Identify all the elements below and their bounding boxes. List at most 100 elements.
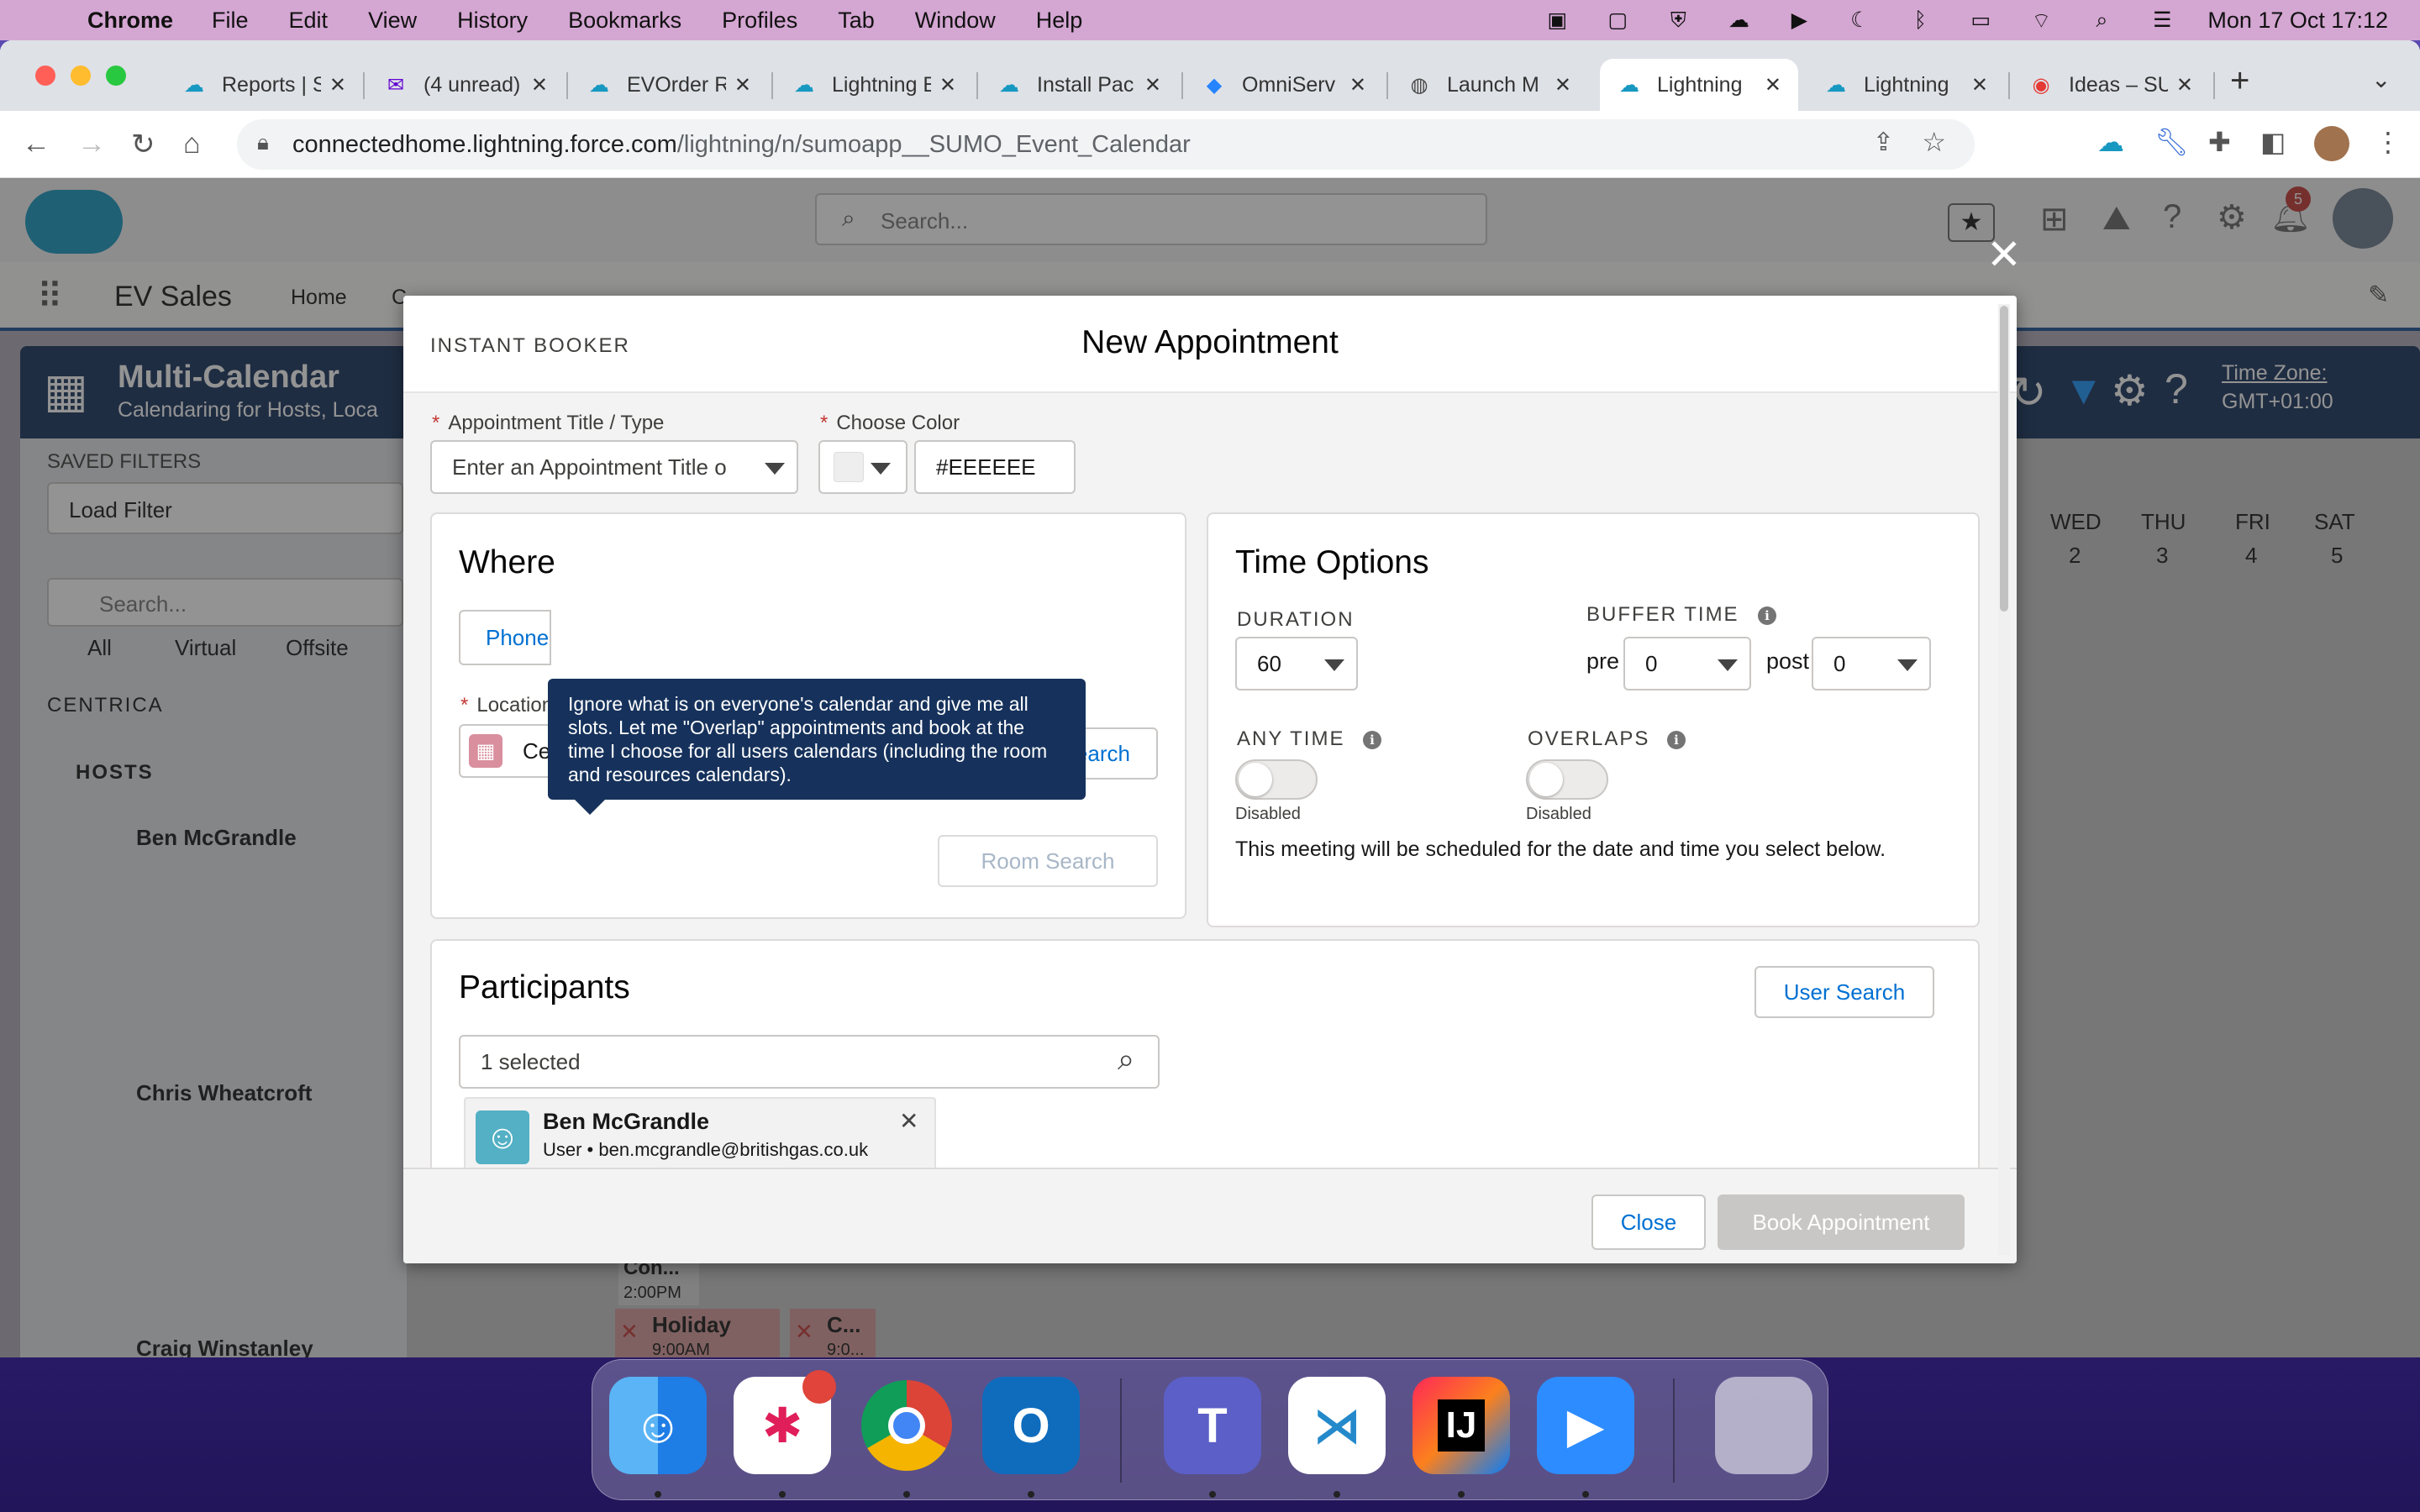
new-tab-button[interactable]: +	[2230, 62, 2249, 100]
extension-cloud-icon[interactable]: ☁	[2097, 126, 2124, 158]
buffer-info-icon[interactable]: i	[1758, 606, 1776, 625]
menu-window[interactable]: Window	[915, 8, 996, 34]
overlaps-toggle[interactable]	[1526, 759, 1608, 800]
remove-participant-x-icon[interactable]: ✕	[899, 1107, 918, 1135]
chevron-down-icon	[871, 463, 891, 475]
book-appointment-button[interactable]: Book Appointment	[1718, 1194, 1965, 1250]
vscode-icon[interactable]: ⋊	[1288, 1377, 1386, 1474]
zoom-icon[interactable]: ▶	[1537, 1377, 1634, 1474]
menu-history[interactable]: History	[457, 8, 528, 34]
tab-omniserv[interactable]: ◆ OmniServ ✕	[1185, 59, 1383, 111]
tab-mail[interactable]: ✉ (4 unread) ✕	[366, 59, 565, 111]
intellij-icon[interactable]: IJ	[1413, 1377, 1510, 1474]
menu-edit[interactable]: Edit	[289, 8, 329, 34]
tab-install-package[interactable]: ☁ Install Pac ✕	[980, 59, 1178, 111]
address-bar[interactable]: 🔒︎ connectedhome.lightning.force.com/lig…	[237, 119, 1975, 170]
close-modal-x-icon[interactable]: ✕	[1986, 230, 2022, 279]
tab-reports[interactable]: ☁ Reports | S ✕	[165, 59, 363, 111]
teams-icon[interactable]: T	[1164, 1377, 1261, 1474]
home-icon[interactable]: ⌂	[183, 128, 201, 160]
modal-scrollbar-thumb[interactable]	[2000, 306, 2008, 612]
profile-avatar[interactable]	[2314, 126, 2349, 161]
slack-badge	[802, 1370, 836, 1404]
chrome-menu-icon[interactable]: ⋮	[2375, 126, 2402, 158]
screen-record-icon[interactable]: ▢	[1602, 8, 1633, 32]
color-hex-input[interactable]: #EEEEEE	[914, 440, 1076, 494]
any-time-toggle[interactable]	[1235, 759, 1318, 800]
tab-close-icon[interactable]: ✕	[329, 73, 346, 97]
tab-title: Lightning	[1657, 72, 1743, 97]
any-time-info-icon[interactable]: i	[1363, 731, 1381, 749]
tab-evorder[interactable]: ☁ EVOrder R ✕	[570, 59, 768, 111]
ideas-icon: ◉	[2032, 73, 2050, 97]
tab-close-icon[interactable]: ✕	[1555, 73, 1571, 97]
menu-clock[interactable]: Mon 17 Oct 17:12	[2207, 8, 2388, 34]
menu-tab[interactable]: Tab	[838, 8, 875, 34]
play-status-icon[interactable]: ▶	[1784, 8, 1814, 32]
appointment-title-input[interactable]: Enter an Appointment Title o	[430, 440, 798, 494]
tab-lightning-active[interactable]: ☁ Lightning ✕	[1600, 59, 1798, 111]
overlaps-info-icon[interactable]: i	[1667, 731, 1686, 749]
camera-status-icon[interactable]: ▣	[1542, 8, 1572, 32]
duration-label: DURATION	[1237, 608, 1355, 631]
menu-app-name[interactable]: Chrome	[87, 8, 173, 34]
window-zoom-button[interactable]	[106, 66, 126, 86]
menu-help[interactable]: Help	[1036, 8, 1083, 34]
tab-close-icon[interactable]: ✕	[939, 73, 956, 97]
moon-icon[interactable]: ☾	[1844, 8, 1875, 32]
tab-title: Ideas – SU	[2069, 72, 2168, 97]
control-center-icon[interactable]: ☰	[2147, 8, 2177, 32]
tab-close-icon[interactable]: ✕	[734, 73, 751, 97]
shield-status-icon[interactable]: ⛨	[1663, 8, 1693, 32]
spotlight-search-icon[interactable]: ⌕	[2086, 8, 2117, 32]
window-close-button[interactable]	[35, 66, 55, 86]
mail-icon: ✉	[387, 73, 405, 97]
tab-search-chevron-icon[interactable]: ⌄	[2371, 66, 2391, 93]
participants-combobox[interactable]: 1 selected	[459, 1035, 1160, 1089]
side-panel-icon[interactable]: ◧	[2260, 126, 2286, 158]
bookmark-star-icon[interactable]: ☆	[1922, 126, 1946, 158]
menu-view[interactable]: View	[368, 8, 417, 34]
window-minimize-button[interactable]	[71, 66, 91, 86]
tab-close-icon[interactable]: ✕	[2176, 73, 2193, 97]
salesforce-cloud-icon: ☁	[184, 73, 204, 97]
chrome-icon[interactable]	[858, 1377, 955, 1474]
tab-ideas[interactable]: ◉ Ideas – SU ✕	[2012, 59, 2210, 111]
menu-bookmarks[interactable]: Bookmarks	[568, 8, 681, 34]
room-search-button[interactable]: Room Search	[938, 835, 1158, 887]
user-search-button[interactable]: User Search	[1754, 966, 1934, 1018]
forward-button[interactable]: →	[77, 128, 106, 160]
building-icon: ▦	[469, 734, 502, 768]
reload-button[interactable]: ↻	[131, 128, 155, 161]
running-indicator	[1582, 1491, 1589, 1498]
battery-icon[interactable]: ▭	[1965, 8, 1996, 32]
tab-launch[interactable]: ◍ Launch M ✕	[1390, 59, 1588, 111]
tab-close-icon[interactable]: ✕	[1765, 73, 1781, 97]
duration-value: 60	[1257, 650, 1281, 676]
back-button[interactable]: ←	[22, 128, 50, 160]
trash-icon[interactable]	[1715, 1377, 1812, 1474]
outlook-icon[interactable]: O	[982, 1377, 1080, 1474]
menu-profiles[interactable]: Profiles	[722, 8, 797, 34]
bluetooth-icon[interactable]: ᛒ	[1905, 8, 1935, 32]
tab-close-icon[interactable]: ✕	[1349, 73, 1366, 97]
finder-icon[interactable]: ☺	[609, 1377, 707, 1474]
phone-tab[interactable]: Phone	[459, 610, 551, 665]
wifi-icon[interactable]: ⌔	[2026, 9, 2056, 33]
url-text: connectedhome.lightning.force.com/lightn…	[292, 131, 1191, 159]
close-button[interactable]: Close	[1591, 1194, 1706, 1250]
tab-lightning-1[interactable]: ☁ Lightning E ✕	[775, 59, 973, 111]
participant-pill[interactable]: ☺ Ben McGrandle User • ben.mcgrandle@bri…	[464, 1097, 936, 1168]
any-time-state: Disabled	[1235, 805, 1301, 823]
appointment-title-placeholder: Enter an Appointment Title o	[452, 454, 727, 480]
tab-close-icon[interactable]: ✕	[1971, 73, 1988, 97]
share-icon[interactable]: ⇪	[1873, 128, 1894, 157]
extension-wrench-icon[interactable]: 🔧︎	[2154, 126, 2189, 158]
extensions-puzzle-icon[interactable]: ✚	[2208, 126, 2231, 158]
tab-close-icon[interactable]: ✕	[1144, 73, 1161, 97]
tab-close-icon[interactable]: ✕	[531, 73, 548, 97]
color-picker-button[interactable]	[818, 440, 908, 494]
cloud-status-icon[interactable]: ☁	[1723, 8, 1754, 32]
tab-lightning-2[interactable]: ☁ Lightning ✕	[1807, 59, 2005, 111]
menu-file[interactable]: File	[212, 8, 249, 34]
